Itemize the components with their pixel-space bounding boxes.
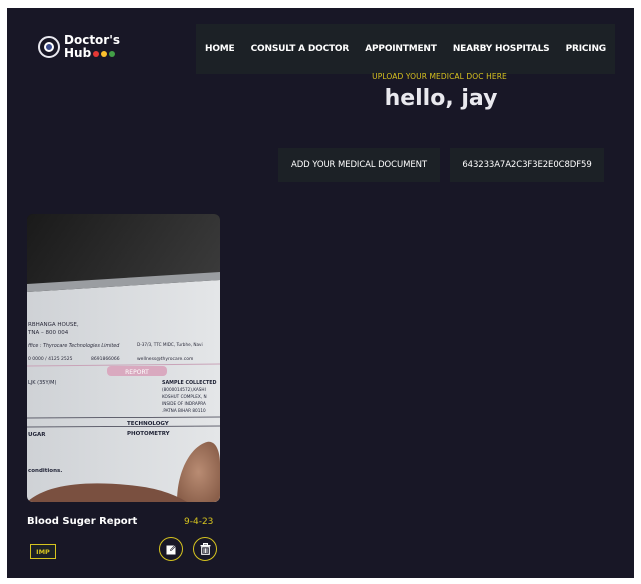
nav-pricing[interactable]: PRICING: [566, 44, 607, 54]
nav-consult-doctor[interactable]: CONSULT A DOCTOR: [251, 44, 350, 54]
nav-appointment[interactable]: APPOINTMENT: [365, 44, 437, 54]
doc-line-10: (8000014572),KASHI: [162, 387, 206, 392]
delete-button[interactable]: [193, 537, 217, 561]
edit-button[interactable]: [159, 537, 183, 561]
user-id-button[interactable]: 643233A7A2C3F3E2E0C8DF59: [450, 148, 604, 182]
nav-nearby-hospitals[interactable]: NEARBY HOSPITALS: [453, 44, 550, 54]
doc-line-4: D-37/3, TTC MIDC, Turbhe, Navi: [137, 342, 203, 347]
greeting-heading: hello, jay: [384, 86, 498, 111]
doc-line-16: PHOTOMETRY: [127, 431, 171, 437]
document-image[interactable]: RBHANGA HOUSE, TNA – 800 004 ffice : Thy…: [27, 214, 220, 502]
edit-icon: [166, 544, 176, 554]
doc-line-11: KOSHUT COMPLEX, N: [162, 394, 207, 399]
yellow-dot-icon: [101, 50, 108, 57]
imp-badge: IMP: [30, 544, 56, 559]
doc-line-3: ffice : Thyrocare Technologies Limited: [28, 343, 120, 349]
doc-line-7: wellness@thyrocare.com: [137, 356, 193, 362]
add-document-button[interactable]: ADD YOUR MEDICAL DOCUMENT: [278, 148, 440, 182]
app-window: Doctor's Hub HOME CONSULT A DOCTOR APPOI…: [7, 8, 634, 578]
doc-line-1: RBHANGA HOUSE,: [28, 322, 79, 328]
doc-line-13: .PATNA BIHAR 80110: [162, 408, 206, 413]
doc-line-2: TNA – 800 004: [27, 330, 69, 336]
document-photo: RBHANGA HOUSE, TNA – 800 004 ffice : Thy…: [27, 214, 220, 502]
doc-line-8: LJK (35Y/M): [28, 380, 56, 386]
nav-home[interactable]: HOME: [205, 44, 235, 54]
doc-line-9: SAMPLE COLLECTED: [162, 380, 217, 386]
brand-line2: Hub: [64, 46, 92, 60]
brand-name: Doctor's Hub: [64, 34, 120, 60]
doc-line-14: TECHNOLOGY: [127, 421, 170, 427]
main-nav: HOME CONSULT A DOCTOR APPOINTMENT NEARBY…: [196, 24, 615, 74]
caduceus-emblem-icon: [38, 36, 60, 58]
red-dot-icon: [93, 50, 100, 57]
doc-line-5: 0 0000 / 4125 2525: [28, 356, 73, 362]
doc-line-12: INSIDE OF INDRAPRA: [162, 401, 206, 406]
doc-line-15: UGAR: [28, 432, 46, 438]
green-dot-icon: [109, 50, 116, 57]
brand-logo[interactable]: Doctor's Hub: [38, 34, 120, 60]
document-date: 9-4-23: [184, 517, 214, 527]
doc-line-17: conditions.: [28, 468, 62, 474]
doc-line-6: 8691866066: [91, 356, 120, 362]
report-label: REPORT: [125, 369, 149, 376]
document-title: Blood Suger Report: [27, 516, 138, 527]
upload-subtitle: UPLOAD YOUR MEDICAL DOC HERE: [372, 72, 507, 81]
trash-icon: [200, 543, 210, 555]
